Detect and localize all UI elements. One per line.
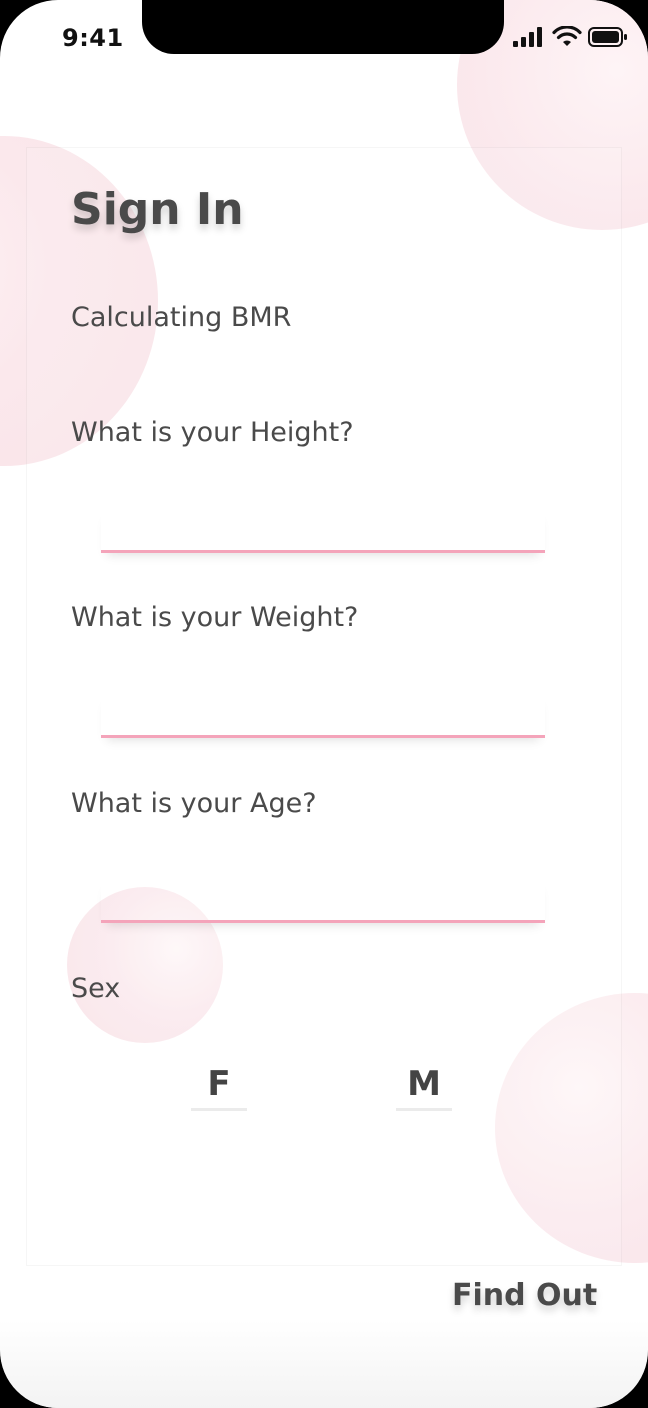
sex-female-button[interactable]: F <box>191 1062 247 1111</box>
page-subtitle: Calculating BMR <box>71 302 292 333</box>
status-time: 9:41 <box>62 24 124 52</box>
height-label: What is your Height? <box>71 417 354 448</box>
age-input[interactable] <box>101 876 545 923</box>
battery-icon <box>588 27 627 47</box>
page-title: Sign In <box>71 184 244 235</box>
signal-icon <box>513 27 542 47</box>
phone-screen: 9:41 Sign In Calculating BMR What is you… <box>0 0 648 1408</box>
sex-male-button[interactable]: M <box>396 1062 452 1111</box>
bottom-fade <box>0 1320 648 1408</box>
sex-label: Sex <box>71 973 121 1004</box>
wifi-icon <box>552 26 582 46</box>
weight-input[interactable] <box>101 691 545 738</box>
find-out-button[interactable]: Find Out <box>452 1278 597 1313</box>
weight-label: What is your Weight? <box>71 602 359 633</box>
device-notch <box>142 0 504 54</box>
height-input[interactable] <box>101 506 545 553</box>
age-label: What is your Age? <box>71 788 317 819</box>
